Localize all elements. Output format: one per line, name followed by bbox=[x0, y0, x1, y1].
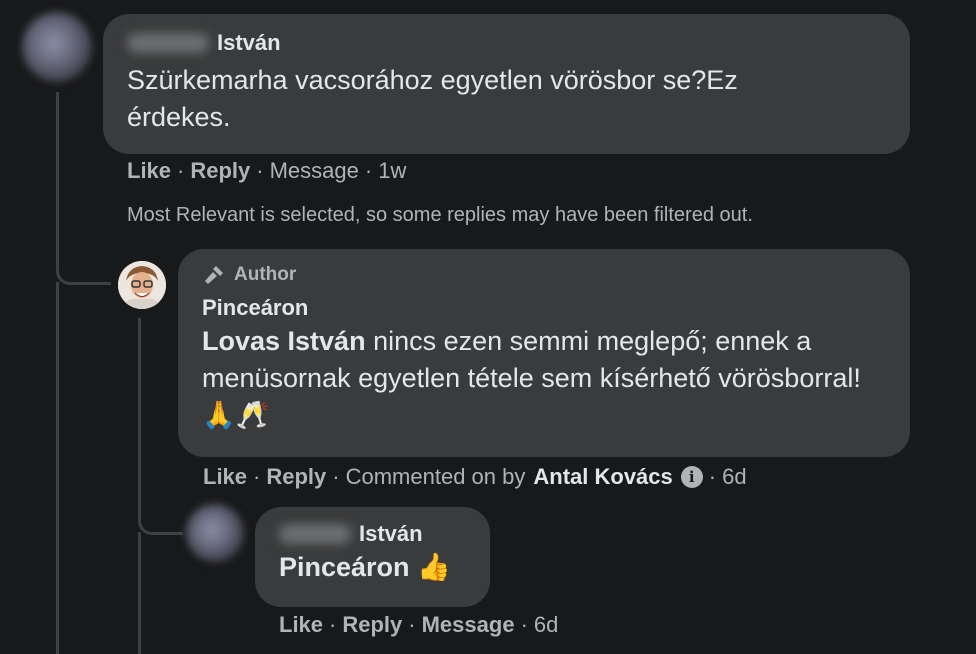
commenter-name[interactable]: Antal Kovács bbox=[533, 464, 672, 490]
separator: · bbox=[329, 612, 337, 637]
info-icon[interactable]: i bbox=[680, 466, 703, 488]
thread-connector-reply1 bbox=[56, 240, 111, 285]
like-button[interactable]: Like bbox=[279, 612, 323, 638]
thread-connector-reply2 bbox=[138, 490, 183, 535]
reply-author[interactable]: Pinceáron bbox=[202, 295, 886, 321]
reply-actions: Like · Reply · Commented on by Antal Kov… bbox=[203, 464, 747, 490]
separator: · bbox=[708, 464, 717, 489]
timestamp[interactable]: 6d bbox=[722, 464, 746, 490]
author-badge: Author bbox=[202, 263, 886, 287]
timestamp[interactable]: 6d bbox=[534, 612, 558, 638]
author-name[interactable]: István bbox=[217, 30, 281, 56]
author-name[interactable]: Pinceáron bbox=[202, 295, 308, 321]
comment-author[interactable]: István bbox=[127, 30, 886, 56]
separator: · bbox=[332, 464, 340, 489]
thread-line-main bbox=[56, 92, 59, 262]
comment-text: Szürkemarha vacsorához egyetlen vörösbor… bbox=[127, 65, 738, 132]
timestamp[interactable]: 1w bbox=[378, 158, 406, 184]
like-button[interactable]: Like bbox=[203, 464, 247, 490]
microphone-icon bbox=[205, 266, 223, 284]
like-button[interactable]: Like bbox=[127, 158, 171, 184]
thread-line-reply1 bbox=[138, 318, 141, 498]
reply-actions: Like · Reply · Message · 6d bbox=[279, 612, 558, 638]
reply-author[interactable]: István bbox=[279, 521, 466, 547]
reply-bubble: Author Pinceáron Lovas István nincs ezen… bbox=[178, 249, 910, 457]
author-name[interactable]: István bbox=[359, 521, 423, 547]
reply-button[interactable]: Reply bbox=[266, 464, 326, 490]
blurred-name bbox=[127, 33, 209, 53]
thread-line-main-lower bbox=[56, 282, 59, 654]
separator: · bbox=[256, 158, 264, 183]
separator: · bbox=[253, 464, 261, 489]
avatar[interactable] bbox=[118, 261, 166, 309]
thread-line-reply1-lower bbox=[138, 532, 141, 654]
reply-text: Lovas István nincs ezen semmi meglepő; e… bbox=[202, 323, 892, 434]
avatar[interactable] bbox=[22, 12, 92, 82]
message-link[interactable]: Message bbox=[422, 612, 515, 638]
author-badge-label: Author bbox=[234, 264, 297, 285]
reply-bubble: István Pinceáron 👍 bbox=[255, 507, 490, 607]
filter-notice: Most Relevant is selected, so some repli… bbox=[127, 204, 753, 226]
comment-bubble: István Szürkemarha vacsorához egyetlen v… bbox=[103, 14, 910, 154]
commented-on-by-label: Commented on by bbox=[345, 464, 526, 489]
reply-button[interactable]: Reply bbox=[342, 612, 402, 638]
avatar-photo-icon bbox=[118, 261, 166, 309]
separator: · bbox=[520, 612, 528, 637]
blurred-name bbox=[279, 524, 351, 544]
reply-button[interactable]: Reply bbox=[190, 158, 250, 184]
separator: · bbox=[364, 158, 373, 183]
separator: · bbox=[408, 612, 416, 637]
separator: · bbox=[177, 158, 185, 183]
avatar[interactable] bbox=[186, 504, 244, 562]
comment-actions: Like · Reply · Message · 1w bbox=[127, 158, 406, 184]
reply-text: Pinceáron 👍 bbox=[279, 552, 451, 582]
message-link[interactable]: Message bbox=[270, 158, 359, 184]
mention-link[interactable]: Lovas István bbox=[202, 326, 366, 356]
